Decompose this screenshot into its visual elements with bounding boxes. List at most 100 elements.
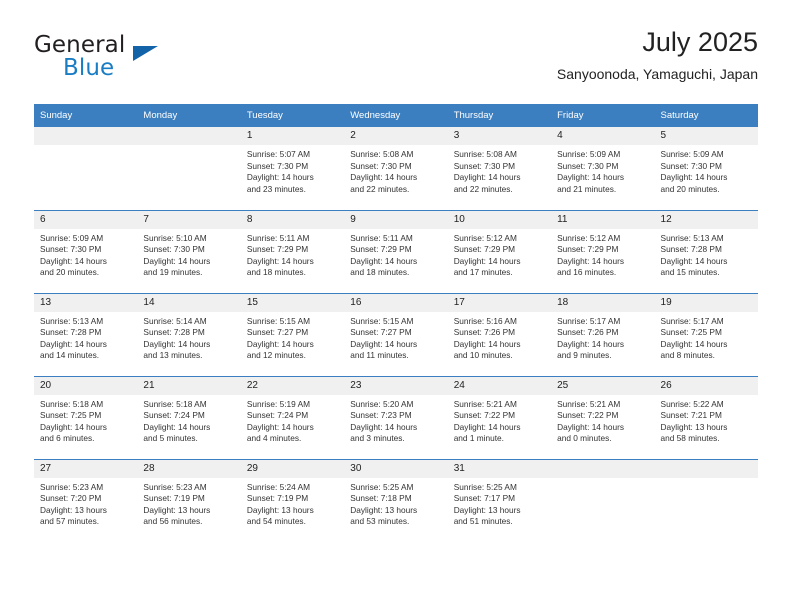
day-cell-inner: 24 Sunrise: 5:21 AM Sunset: 7:22 PM Dayligh… xyxy=(447,376,552,459)
daylight-duration-line1: Daylight: 14 hours xyxy=(453,338,521,349)
calendar-day-cell[interactable]: 5 Sunrise: 5:09 AM Sunset: 7:30 PM Daylight… xyxy=(654,127,758,210)
sunrise-time: Sunrise: 5:10 AM xyxy=(143,232,207,243)
daylight-duration-line2: and 16 minutes. xyxy=(557,267,617,278)
calendar-day-cell[interactable]: 7 Sunrise: 5:10 AM Sunset: 7:30 PM Daylight… xyxy=(137,209,241,293)
sunset-time: Sunset: 7:24 PM xyxy=(143,410,205,421)
daylight-duration-line2: and 6 minutes. xyxy=(40,433,95,444)
daylight-duration-line1: Daylight: 14 hours xyxy=(453,172,521,183)
daylight-duration-line1: Daylight: 14 hours xyxy=(246,338,314,349)
calendar-day-cell[interactable]: 8 Sunrise: 5:11 AM Sunset: 7:29 PM Daylight… xyxy=(240,209,345,293)
calendar-day-cell[interactable]: 29 Sunrise: 5:24 AM Sunset: 7:19 PM Dayligh… xyxy=(240,458,345,543)
day-number: 30 xyxy=(344,459,448,478)
daylight-duration-line2: and 18 minutes. xyxy=(246,267,306,278)
day-cell-inner: 29 Sunrise: 5:24 AM Sunset: 7:19 PM Dayligh… xyxy=(240,459,345,543)
sunset-time: Sunset: 7:30 PM xyxy=(40,244,102,255)
calendar-day-cell[interactable]: 15 Sunrise: 5:15 AM Sunset: 7:27 PM Dayligh… xyxy=(240,292,345,376)
day-number: 22 xyxy=(240,376,345,395)
calendar-day-cell[interactable]: 21 Sunrise: 5:18 AM Sunset: 7:24 PM Dayligh… xyxy=(137,375,241,459)
weekday-header-thursday: Thursday xyxy=(447,104,552,127)
daylight-duration-line2: and 1 minute. xyxy=(453,433,504,444)
daylight-duration-line2: and 3 minutes. xyxy=(350,433,405,444)
calendar-day-cell[interactable]: 11 Sunrise: 5:12 AM Sunset: 7:29 PM Dayligh… xyxy=(551,209,655,293)
calendar-day-cell[interactable]: 17 Sunrise: 5:16 AM Sunset: 7:26 PM Dayligh… xyxy=(447,292,552,376)
daylight-duration-line2: and 57 minutes. xyxy=(40,516,100,527)
calendar-day-cell[interactable]: 13 Sunrise: 5:13 AM Sunset: 7:28 PM Dayligh… xyxy=(34,292,138,376)
sunset-time: Sunset: 7:22 PM xyxy=(557,410,619,421)
page-title: July 2025 xyxy=(642,27,758,57)
day-number: 29 xyxy=(240,459,345,478)
day-details: Sunrise: 5:16 AM Sunset: 7:26 PM Daylight:… xyxy=(448,312,551,362)
day-details: Sunrise: 5:09 AM Sunset: 7:30 PM Daylight:… xyxy=(34,229,137,279)
calendar-body: 1 Sunrise: 5:07 AM Sunset: 7:30 PM Daylight… xyxy=(34,127,758,542)
calendar-day-cell[interactable]: 12 Sunrise: 5:13 AM Sunset: 7:28 PM Dayligh… xyxy=(654,209,758,293)
day-number: 31 xyxy=(447,459,552,478)
sunset-time: Sunset: 7:29 PM xyxy=(246,244,309,255)
day-cell-inner: 9 Sunrise: 5:11 AM Sunset: 7:29 PM Daylight… xyxy=(344,210,448,293)
daylight-duration-line2: and 13 minutes. xyxy=(143,350,203,361)
calendar-day-cell[interactable]: 4 Sunrise: 5:09 AM Sunset: 7:30 PM Daylight… xyxy=(551,127,655,210)
sunrise-time: Sunrise: 5:11 AM xyxy=(246,232,310,243)
daylight-duration-line1: Daylight: 13 hours xyxy=(350,504,418,515)
day-number: 26 xyxy=(654,376,758,395)
day-details: Sunrise: 5:11 AM Sunset: 7:29 PM Daylight:… xyxy=(344,229,447,279)
calendar-day-cell[interactable]: 20 Sunrise: 5:18 AM Sunset: 7:25 PM Dayligh… xyxy=(34,375,138,459)
calendar-day-cell[interactable]: 22 Sunrise: 5:19 AM Sunset: 7:24 PM Dayligh… xyxy=(240,375,345,459)
day-details: Sunrise: 5:20 AM Sunset: 7:23 PM Daylight:… xyxy=(344,395,447,445)
calendar-day-cell[interactable]: 23 Sunrise: 5:20 AM Sunset: 7:23 PM Dayligh… xyxy=(344,375,448,459)
day-cell-inner xyxy=(551,459,655,543)
day-cell-inner: 8 Sunrise: 5:11 AM Sunset: 7:29 PM Daylight… xyxy=(240,210,345,293)
calendar-day-cell[interactable]: 1 Sunrise: 5:07 AM Sunset: 7:30 PM Daylight… xyxy=(240,127,345,210)
day-number: 18 xyxy=(551,293,655,312)
sunset-time: Sunset: 7:21 PM xyxy=(660,410,722,421)
day-number: 12 xyxy=(654,210,758,229)
calendar-day-cell[interactable]: 25 Sunrise: 5:21 AM Sunset: 7:22 PM Dayligh… xyxy=(551,375,655,459)
sunset-time: Sunset: 7:20 PM xyxy=(40,493,102,504)
day-number xyxy=(551,459,655,478)
day-details: Sunrise: 5:23 AM Sunset: 7:19 PM Daylight:… xyxy=(137,478,240,528)
calendar-day-cell[interactable]: 26 Sunrise: 5:22 AM Sunset: 7:21 PM Dayligh… xyxy=(654,375,758,459)
day-details: Sunrise: 5:10 AM Sunset: 7:30 PM Daylight:… xyxy=(137,229,240,279)
day-details: Sunrise: 5:09 AM Sunset: 7:30 PM Daylight:… xyxy=(551,145,654,195)
day-details: Sunrise: 5:25 AM Sunset: 7:17 PM Daylight:… xyxy=(448,478,551,528)
sunset-time: Sunset: 7:30 PM xyxy=(246,160,309,171)
day-cell-inner: 21 Sunrise: 5:18 AM Sunset: 7:24 PM Dayligh… xyxy=(137,376,241,459)
day-number: 15 xyxy=(240,293,345,312)
day-details: Sunrise: 5:22 AM Sunset: 7:21 PM Daylight:… xyxy=(655,395,758,445)
daylight-duration-line2: and 15 minutes. xyxy=(660,267,720,278)
calendar-day-cell[interactable]: 14 Sunrise: 5:14 AM Sunset: 7:28 PM Dayligh… xyxy=(137,292,241,376)
calendar-day-cell[interactable]: 19 Sunrise: 5:17 AM Sunset: 7:25 PM Dayligh… xyxy=(654,292,758,376)
daylight-duration-line1: Daylight: 14 hours xyxy=(40,255,107,266)
calendar-day-cell[interactable]: 18 Sunrise: 5:17 AM Sunset: 7:26 PM Dayligh… xyxy=(551,292,655,376)
calendar-day-cell[interactable]: 9 Sunrise: 5:11 AM Sunset: 7:29 PM Daylight… xyxy=(344,209,448,293)
calendar-day-cell[interactable]: 31 Sunrise: 5:25 AM Sunset: 7:17 PM Dayligh… xyxy=(447,458,552,542)
daylight-duration-line1: Daylight: 14 hours xyxy=(40,338,107,349)
sunset-time: Sunset: 7:26 PM xyxy=(557,327,619,338)
calendar-day-cell[interactable]: 2 Sunrise: 5:08 AM Sunset: 7:30 PM Daylight… xyxy=(344,127,448,210)
sunset-time: Sunset: 7:24 PM xyxy=(246,410,309,421)
calendar-day-cell[interactable]: 28 Sunrise: 5:23 AM Sunset: 7:19 PM Dayligh… xyxy=(137,458,241,542)
logo-text-blue: Blue xyxy=(63,55,115,81)
day-details: Sunrise: 5:15 AM Sunset: 7:27 PM Daylight:… xyxy=(344,312,447,362)
daylight-duration-line2: and 14 minutes. xyxy=(40,350,100,361)
calendar-day-cell[interactable]: 10 Sunrise: 5:12 AM Sunset: 7:29 PM Dayligh… xyxy=(447,209,552,293)
sunset-time: Sunset: 7:28 PM xyxy=(660,244,722,255)
sunrise-time: Sunrise: 5:09 AM xyxy=(557,149,621,159)
sunrise-time: Sunrise: 5:14 AM xyxy=(143,315,207,326)
calendar-day-cell[interactable]: 6 Sunrise: 5:09 AM Sunset: 7:30 PM Daylight… xyxy=(34,209,138,293)
day-cell-inner: 14 Sunrise: 5:14 AM Sunset: 7:28 PM Dayligh… xyxy=(137,293,241,376)
calendar-day-cell[interactable]: 3 Sunrise: 5:08 AM Sunset: 7:30 PM Daylight… xyxy=(447,127,552,210)
calendar-week-row: 6 Sunrise: 5:09 AM Sunset: 7:30 PM Daylight… xyxy=(34,209,758,293)
day-details: Sunrise: 5:23 AM Sunset: 7:20 PM Daylight:… xyxy=(34,478,137,528)
calendar-day-cell[interactable]: 30 Sunrise: 5:25 AM Sunset: 7:18 PM Dayligh… xyxy=(344,458,448,542)
general-blue-logo[interactable]: General Blue xyxy=(34,32,234,88)
day-number: 27 xyxy=(34,459,138,478)
daylight-duration-line1: Daylight: 14 hours xyxy=(453,421,521,432)
day-number: 23 xyxy=(344,376,448,395)
calendar-day-cell[interactable]: 27 Sunrise: 5:23 AM Sunset: 7:20 PM Dayligh… xyxy=(34,458,138,542)
daylight-duration-line2: and 23 minutes. xyxy=(246,183,306,194)
calendar-day-cell[interactable]: 16 Sunrise: 5:15 AM Sunset: 7:27 PM Dayligh… xyxy=(344,292,448,376)
day-cell-inner: 7 Sunrise: 5:10 AM Sunset: 7:30 PM Daylight… xyxy=(137,210,241,293)
day-cell-inner: 5 Sunrise: 5:09 AM Sunset: 7:30 PM Daylight… xyxy=(654,127,758,210)
calendar-day-cell[interactable]: 24 Sunrise: 5:21 AM Sunset: 7:22 PM Dayligh… xyxy=(447,375,552,459)
day-details: Sunrise: 5:21 AM Sunset: 7:22 PM Daylight:… xyxy=(551,395,654,445)
